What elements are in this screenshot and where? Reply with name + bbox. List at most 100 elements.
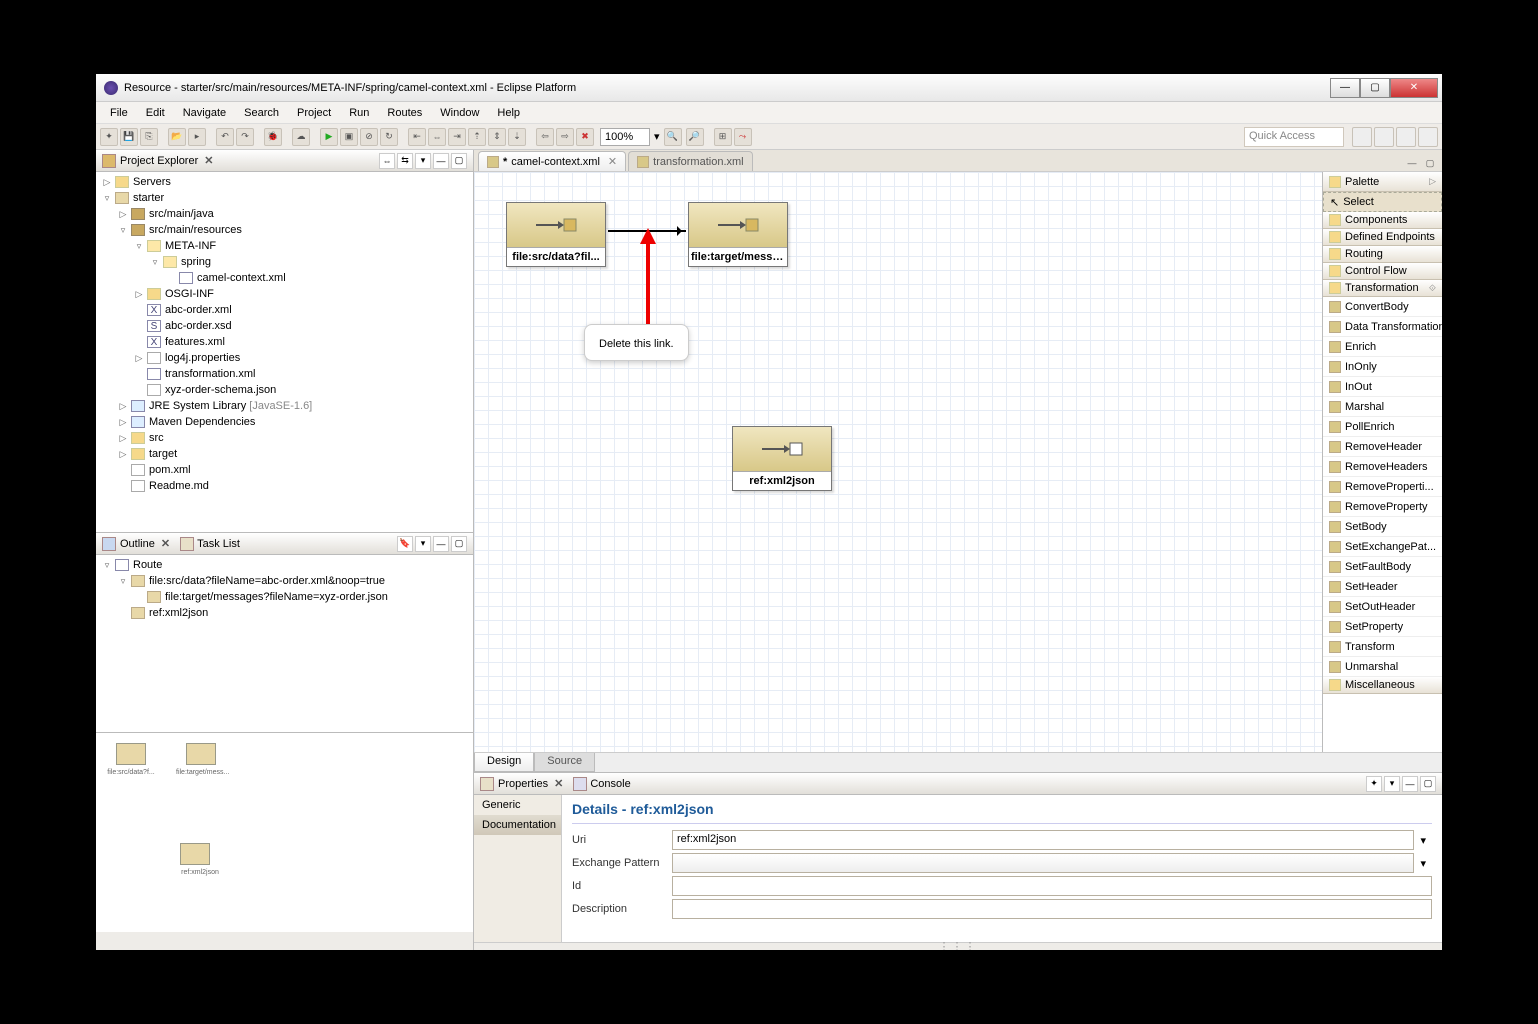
properties-new-button[interactable]: ✦ xyxy=(1366,776,1382,792)
tree-src-resources[interactable]: ▿src/main/resources xyxy=(96,222,473,238)
zoom-in-button[interactable]: 🔍 xyxy=(664,128,682,146)
menu-help[interactable]: Help xyxy=(489,105,528,121)
maximize-view-button[interactable]: ▢ xyxy=(451,153,467,169)
tree-abc-xsd[interactable]: Sabc-order.xsd xyxy=(96,318,473,334)
sash-grip[interactable]: ⋮⋮⋮ xyxy=(474,942,1442,950)
outline-close-icon[interactable]: ✕ xyxy=(161,537,170,550)
tree-pom[interactable]: pom.xml xyxy=(96,462,473,478)
properties-generic[interactable]: Generic xyxy=(474,795,561,815)
palette-item-convertbody[interactable]: ConvertBody xyxy=(1323,297,1442,317)
align-top-button[interactable]: ⇡ xyxy=(468,128,486,146)
palette-section-transformation[interactable]: Transformation⟐ xyxy=(1323,280,1442,297)
back-button[interactable]: ⇦ xyxy=(536,128,554,146)
palette-section-endpoints[interactable]: Defined Endpoints xyxy=(1323,229,1442,246)
outline-item1[interactable]: ▿file:src/data?fileName=abc-order.xml&no… xyxy=(96,573,473,589)
palette-item-data-transformation[interactable]: Data Transformation xyxy=(1323,317,1442,337)
menu-project[interactable]: Project xyxy=(289,105,339,121)
tree-features[interactable]: Xfeatures.xml xyxy=(96,334,473,350)
open-perspective-button[interactable] xyxy=(1352,127,1372,147)
palette-item-setoutheader[interactable]: SetOutHeader xyxy=(1323,597,1442,617)
palette-collapse-icon[interactable]: ▷ xyxy=(1429,176,1436,187)
align-middle-button[interactable]: ⇕ xyxy=(488,128,506,146)
tree-jre[interactable]: ▷JRE System Library [JavaSE-1.6] xyxy=(96,398,473,414)
exchange-pattern-field[interactable] xyxy=(672,853,1414,873)
outline-filter-button[interactable]: 🔖 xyxy=(397,536,413,552)
tree-abc-xml[interactable]: Xabc-order.xml xyxy=(96,302,473,318)
minimize-button[interactable]: — xyxy=(1330,78,1360,98)
id-field[interactable] xyxy=(672,876,1432,896)
save-all-button[interactable]: ⎘ xyxy=(140,128,158,146)
node-file-target[interactable]: file:target/messa... xyxy=(688,202,788,267)
menu-routes[interactable]: Routes xyxy=(379,105,430,121)
debug-button[interactable]: 🐞 xyxy=(264,128,282,146)
close-button[interactable]: ✕ xyxy=(1390,78,1438,98)
align-right-button[interactable]: ⇥ xyxy=(448,128,466,146)
menu-file[interactable]: File xyxy=(102,105,136,121)
remote-button[interactable]: ☁ xyxy=(292,128,310,146)
align-bottom-button[interactable]: ⇣ xyxy=(508,128,526,146)
outline-maximize-button[interactable]: ▢ xyxy=(451,536,467,552)
layout-button[interactable]: ⊞ xyxy=(714,128,732,146)
tab-task-list[interactable]: Task List xyxy=(180,537,240,551)
palette-item-inonly[interactable]: InOnly xyxy=(1323,357,1442,377)
route-button[interactable]: ⤳ xyxy=(734,128,752,146)
resource-perspective-button[interactable] xyxy=(1374,127,1394,147)
run-button[interactable]: ▶ xyxy=(320,128,338,146)
properties-menu-button[interactable]: ▾ xyxy=(1384,776,1400,792)
tree-transformation[interactable]: transformation.xml xyxy=(96,366,473,382)
tree-log4j[interactable]: ▷log4j.properties xyxy=(96,350,473,366)
maximize-button[interactable]: ▢ xyxy=(1360,78,1390,98)
properties-close-icon[interactable]: ✕ xyxy=(554,777,563,790)
minimize-view-button[interactable]: — xyxy=(433,153,449,169)
outline-route[interactable]: ▿Route xyxy=(96,557,473,573)
menu-window[interactable]: Window xyxy=(432,105,487,121)
tree-xyz-schema[interactable]: xyz-order-schema.json xyxy=(96,382,473,398)
forward-button[interactable]: ⇨ xyxy=(556,128,574,146)
palette-item-transform[interactable]: Transform xyxy=(1323,637,1442,657)
tree-starter[interactable]: ▿starter xyxy=(96,190,473,206)
palette-item-setfaultbody[interactable]: SetFaultBody xyxy=(1323,557,1442,577)
tree-src-java[interactable]: ▷src/main/java xyxy=(96,206,473,222)
project-explorer-close-icon[interactable]: ✕ xyxy=(204,154,213,167)
tree-target[interactable]: ▷target xyxy=(96,446,473,462)
tab-camel-context[interactable]: *camel-context.xml ✕ xyxy=(478,151,626,171)
palette-item-setproperty[interactable]: SetProperty xyxy=(1323,617,1442,637)
editor-maximize-button[interactable]: ▢ xyxy=(1422,155,1438,171)
menu-search[interactable]: Search xyxy=(236,105,287,121)
undo-button[interactable]: ↶ xyxy=(216,128,234,146)
skip-button[interactable]: ▸ xyxy=(188,128,206,146)
new-button[interactable]: ✦ xyxy=(100,128,118,146)
step-button[interactable]: ↻ xyxy=(380,128,398,146)
save-button[interactable]: 💾 xyxy=(120,128,138,146)
align-left-button[interactable]: ⇤ xyxy=(408,128,426,146)
link-editor-button[interactable]: ⇆ xyxy=(397,153,413,169)
node-ref-xml2json[interactable]: ref:xml2json xyxy=(732,426,832,491)
stop-button[interactable]: ⊘ xyxy=(360,128,378,146)
zoom-out-button[interactable]: 🔎 xyxy=(686,128,704,146)
palette-item-enrich[interactable]: Enrich xyxy=(1323,337,1442,357)
tree-spring[interactable]: ▿spring xyxy=(96,254,473,270)
palette-section-control[interactable]: Control Flow xyxy=(1323,263,1442,280)
exchange-dropdown-icon[interactable]: ▾ xyxy=(1414,857,1432,870)
zoom-input[interactable] xyxy=(600,128,650,146)
outline-item2[interactable]: file:target/messages?fileName=xyz-order.… xyxy=(96,589,473,605)
tab-transformation[interactable]: transformation.xml xyxy=(628,151,752,171)
palette-item-pollenrich[interactable]: PollEnrich xyxy=(1323,417,1442,437)
properties-documentation[interactable]: Documentation xyxy=(474,815,561,835)
palette-item-unmarshal[interactable]: Unmarshal xyxy=(1323,657,1442,677)
palette-item-removeproperti-[interactable]: RemoveProperti... xyxy=(1323,477,1442,497)
palette-item-removeheader[interactable]: RemoveHeader xyxy=(1323,437,1442,457)
editor-minimize-button[interactable]: — xyxy=(1404,155,1420,171)
align-center-button[interactable]: ⇔ xyxy=(428,128,446,146)
tree-servers[interactable]: ▷Servers xyxy=(96,174,473,190)
redo-button[interactable]: ↷ xyxy=(236,128,254,146)
tab-source[interactable]: Source xyxy=(534,753,595,772)
outline-item3[interactable]: ref:xml2json xyxy=(96,605,473,621)
uri-field[interactable]: ref:xml2json xyxy=(672,830,1414,850)
tab-console[interactable]: Console xyxy=(573,777,630,791)
description-field[interactable] xyxy=(672,899,1432,919)
palette-item-removeproperty[interactable]: RemoveProperty xyxy=(1323,497,1442,517)
palette-item-setexchangepat-[interactable]: SetExchangePat... xyxy=(1323,537,1442,557)
palette-item-setbody[interactable]: SetBody xyxy=(1323,517,1442,537)
view-menu-button[interactable]: ▾ xyxy=(415,153,431,169)
